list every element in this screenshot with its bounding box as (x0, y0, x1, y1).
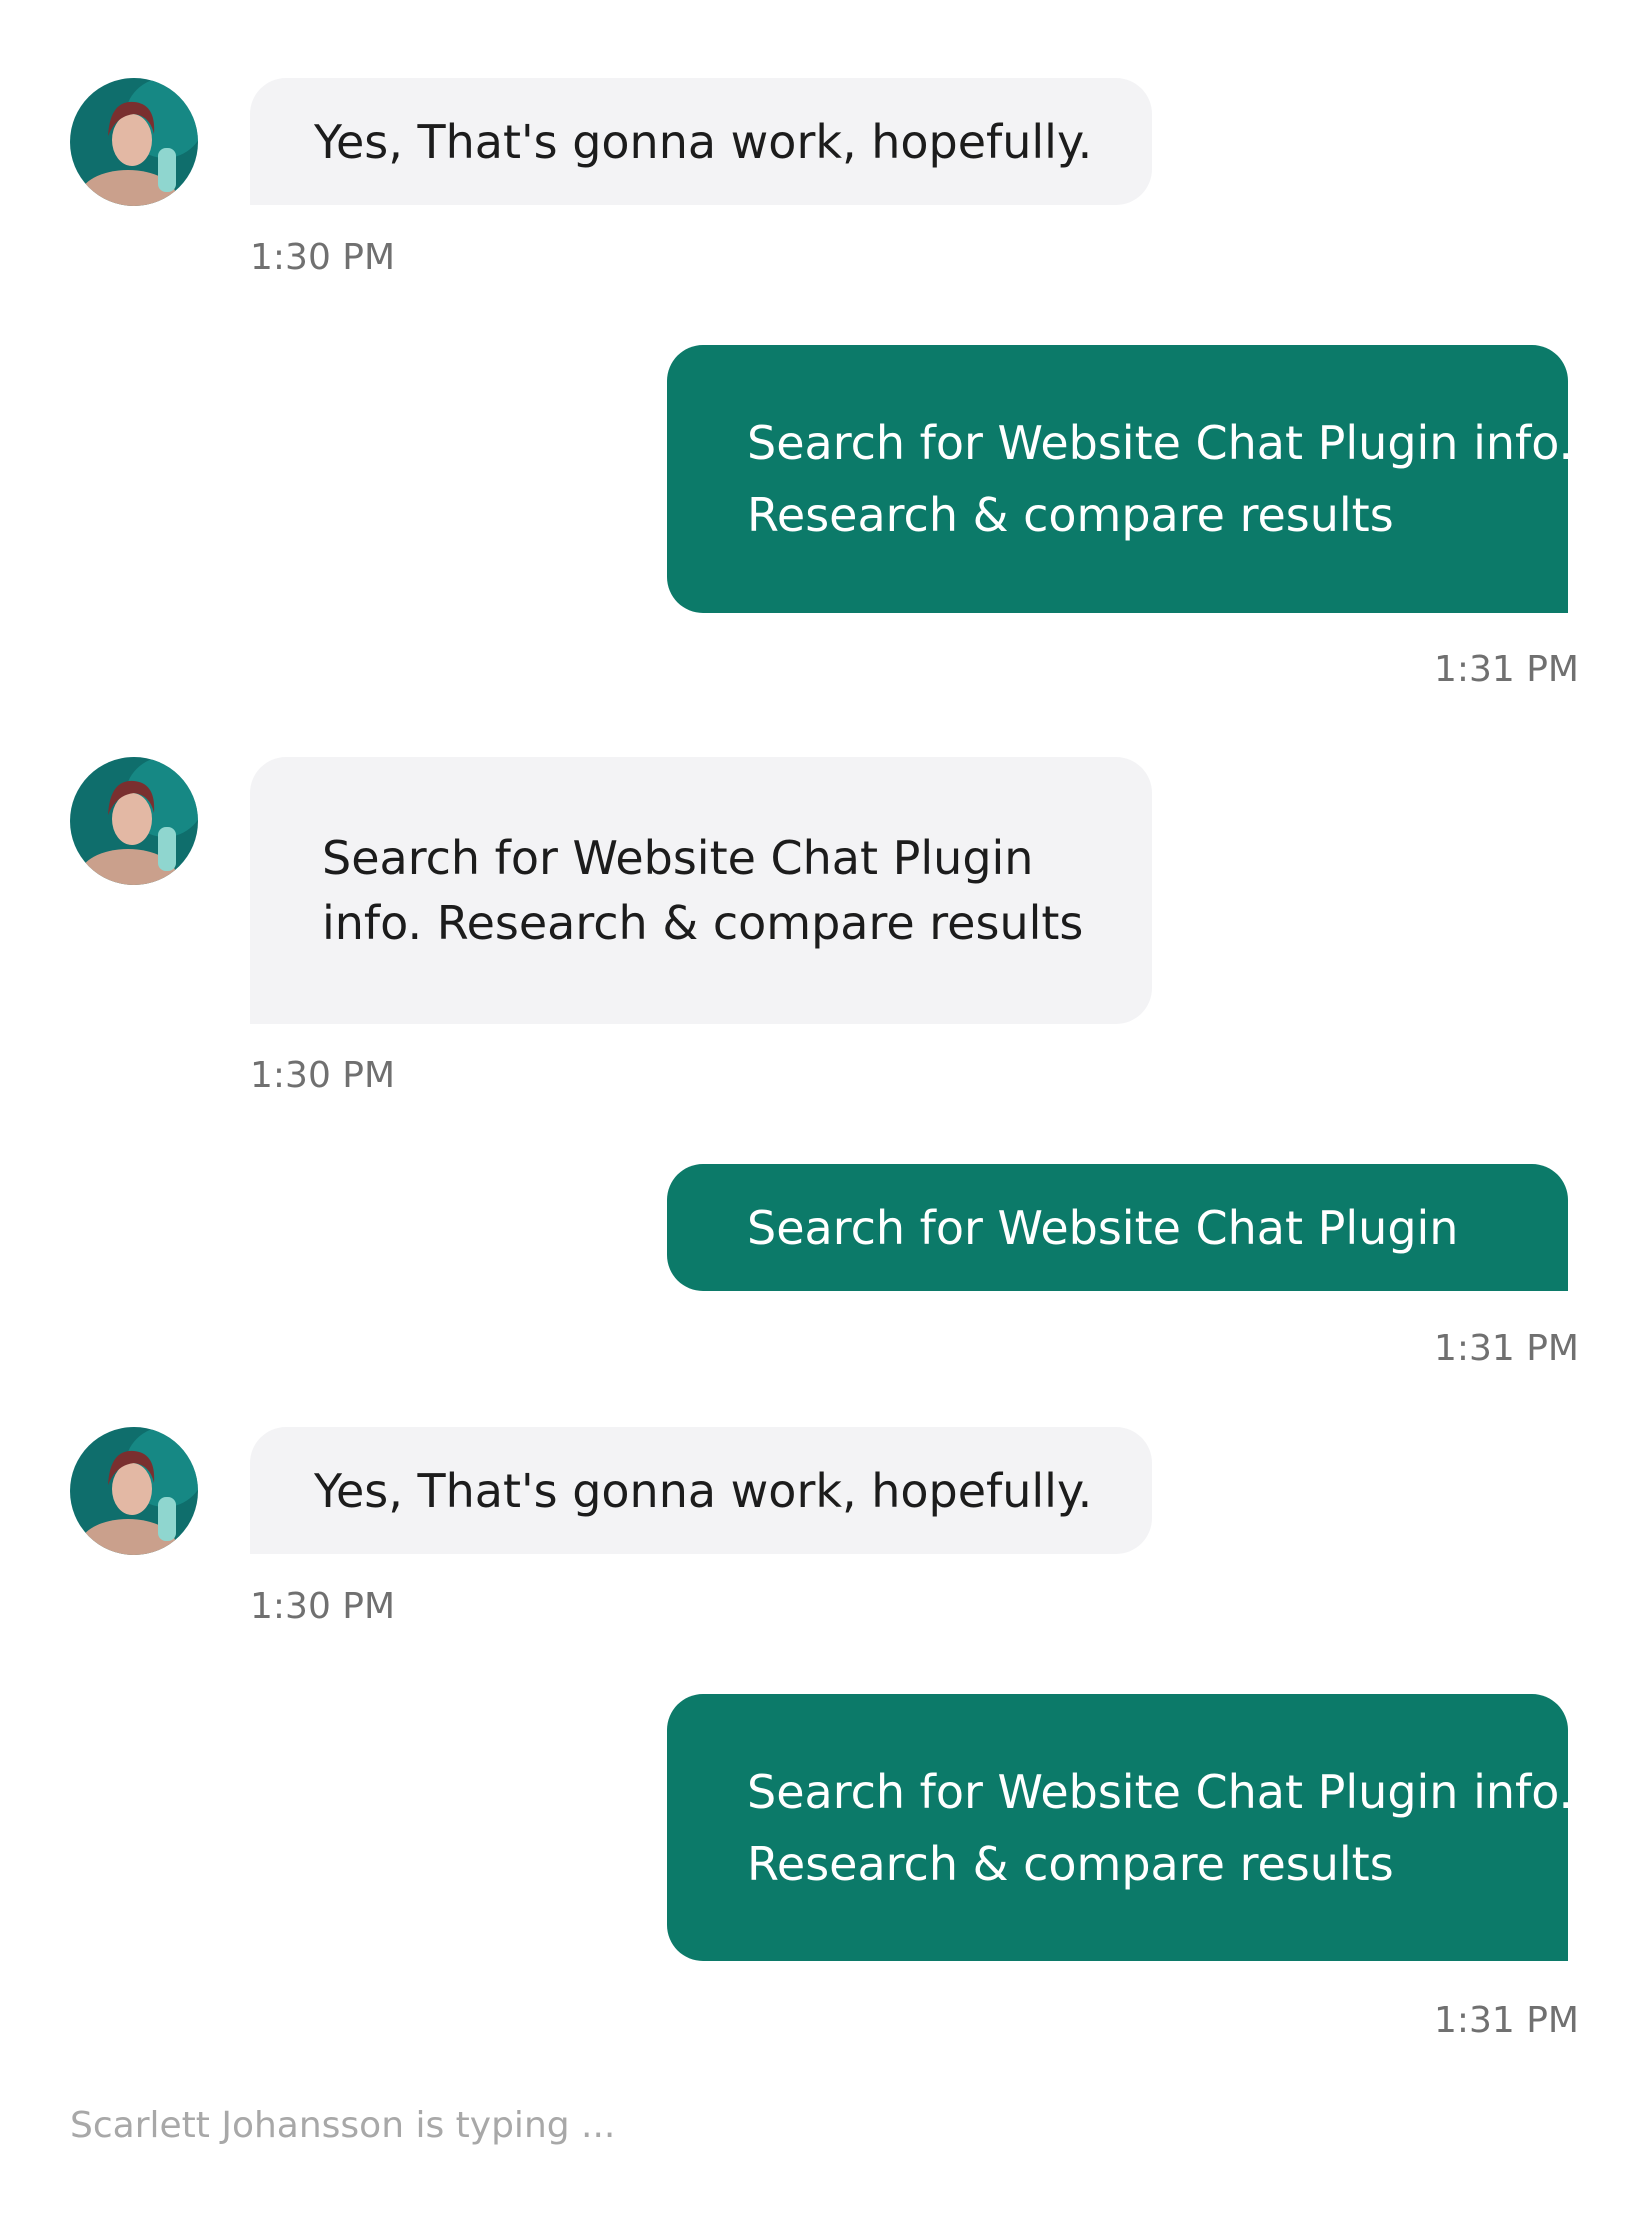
message-text-line: Search for Website Chat Plugin (322, 830, 1034, 885)
message-text: Yes, That's gonna work, hopefully. (314, 1463, 1093, 1518)
message-text: Search for Website Chat Plugin (747, 1200, 1459, 1255)
message-timestamp: 1:31 PM (1433, 2000, 1579, 2041)
message-bubble-incoming: Yes, That's gonna work, hopefully. (250, 1427, 1152, 1554)
message-text-line: info. Research & compare results (322, 895, 1084, 950)
message-bubble-outgoing: Search for Website Chat Plugin info. Res… (667, 345, 1574, 613)
contact-avatar[interactable] (70, 757, 198, 885)
message-text: Yes, That's gonna work, hopefully. (314, 114, 1093, 169)
message-timestamp: 1:31 PM (1433, 1328, 1579, 1369)
typing-indicator: Scarlett Johansson is typing ... (70, 2105, 616, 2146)
contact-avatar[interactable] (70, 78, 198, 206)
message-timestamp: 1:31 PM (1433, 649, 1579, 690)
avatar-photo-icon (70, 757, 198, 885)
avatar-photo-icon (70, 1427, 198, 1555)
message-text-line: Search for Website Chat Plugin info. (747, 1764, 1574, 1819)
message-timestamp: 1:30 PM (250, 1055, 396, 1096)
avatar-photo-icon (70, 78, 198, 206)
message-timestamp: 1:30 PM (250, 1586, 396, 1627)
message-text-line: Research & compare results (747, 488, 1394, 542)
message-bubble-outgoing: Search for Website Chat Plugin (667, 1164, 1568, 1291)
message-text-line: Research & compare results (747, 1836, 1394, 1891)
message-timestamp: 1:30 PM (250, 237, 396, 278)
message-text-line: Search for Website Chat Plugin info. (747, 416, 1574, 470)
message-bubble-incoming: Search for Website Chat Plugin info. Res… (250, 757, 1152, 1024)
contact-avatar[interactable] (70, 1427, 198, 1555)
message-bubble-incoming: Yes, That's gonna work, hopefully. (250, 78, 1152, 205)
message-bubble-outgoing: Search for Website Chat Plugin info. Res… (667, 1694, 1574, 1961)
